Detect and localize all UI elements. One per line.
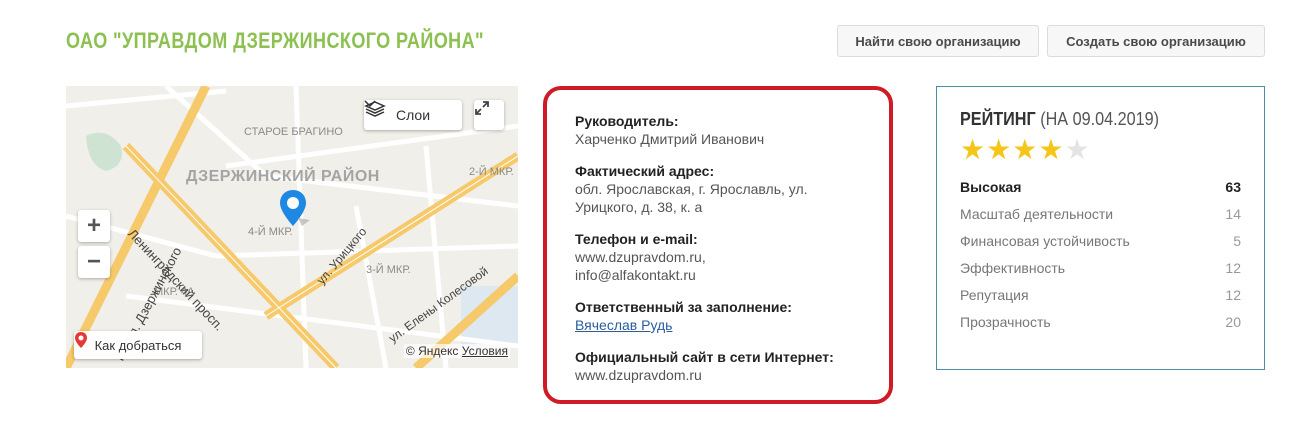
rating-row-value: 20	[1225, 314, 1241, 330]
address-label: Фактический адрес:	[575, 163, 715, 179]
map-expand-button[interactable]	[474, 100, 504, 130]
map-zoom-out-button[interactable]: −	[78, 246, 110, 278]
rating-row-label: Финансовая устойчивость	[960, 233, 1130, 249]
expand-icon	[475, 101, 489, 115]
map-copyright-text: © Яндекс	[405, 344, 459, 358]
star-filled-icon: ★	[986, 134, 1012, 165]
responsible-label: Ответственный за заполнение:	[575, 299, 792, 315]
map-layers-button[interactable]: Слои	[364, 100, 462, 130]
rating-panel: РЕЙТИНГ (НА 09.04.2019) ★ ★ ★ ★ ★ Высокая 63 М…	[936, 86, 1265, 370]
rating-stars: ★ ★ ★ ★ ★	[960, 136, 1241, 164]
chevron-down-icon	[364, 100, 376, 108]
address-line-2: Урицкого, д. 38, к. а	[575, 199, 703, 215]
star-empty-icon: ★	[1064, 134, 1090, 165]
rating-row: Репутация 12	[960, 282, 1241, 309]
star-filled-icon: ★	[1012, 134, 1038, 165]
map-terms-link[interactable]: Условия	[462, 344, 508, 358]
map-label-mkr3: 3-Й МКР.	[366, 264, 411, 276]
location-pin-icon[interactable]	[278, 188, 312, 232]
map-route-button[interactable]: Как добраться	[74, 331, 202, 359]
star-filled-icon: ★	[960, 134, 986, 165]
rating-row-value: 12	[1225, 287, 1241, 303]
head-value: Харченко Дмитрий Иванович	[575, 131, 765, 147]
rating-row-value: 63	[1225, 179, 1241, 195]
rating-row: Эффективность 12	[960, 255, 1241, 282]
map-zoom-in-button[interactable]: +	[78, 210, 110, 242]
route-pin-icon	[75, 332, 87, 348]
responsible-link[interactable]: Вячеслав Рудь	[575, 317, 672, 333]
rating-row-label: Высокая	[960, 179, 1022, 195]
rating-row-label: Эффективность	[960, 260, 1066, 276]
rating-row: Финансовая устойчивость 5	[960, 228, 1241, 255]
contacts-line-1: www.dzupravdom.ru,	[575, 249, 706, 265]
map-route-label: Как добраться	[94, 337, 182, 353]
website-label: Официальный сайт в сети Интернет:	[575, 349, 834, 365]
rating-rows: Высокая 63 Масштаб деятельности 14 Финансова…	[960, 174, 1241, 336]
create-organization-button[interactable]: Создать свою организацию	[1047, 25, 1265, 57]
rating-row-label: Репутация	[960, 287, 1029, 303]
find-organization-button[interactable]: Найти свою организацию	[837, 25, 1039, 57]
contacts-label: Телефон и e-mail:	[575, 231, 698, 247]
rating-row-value: 5	[1233, 233, 1241, 249]
rating-row: Масштаб деятельности 14	[960, 201, 1241, 228]
map-copyright: © Яндекс Условия	[403, 344, 510, 358]
organization-info-box: Руководитель: Харченко Дмитрий Иванович …	[543, 86, 893, 404]
rating-row: Высокая 63	[960, 174, 1241, 201]
map-layers-label: Слои	[395, 107, 431, 123]
rating-row: Прозрачность 20	[960, 309, 1241, 336]
rating-title-word: РЕЙТИНГ	[960, 109, 1036, 129]
map-label-staroe-bragino: СТАРОЕ БРАГИНО	[244, 126, 343, 138]
rating-date: (НА 09.04.2019)	[1040, 109, 1160, 129]
rating-row-label: Прозрачность	[960, 314, 1051, 330]
page-title: ОАО "УПРАВДОМ ДЗЕРЖИНСКОГО РАЙОНА"	[66, 28, 484, 53]
star-filled-icon: ★	[1038, 134, 1064, 165]
contacts-line-2: info@alfakontakt.ru	[575, 267, 696, 283]
website-value: www.dzupravdom.ru	[575, 367, 702, 383]
rating-row-label: Масштаб деятельности	[960, 206, 1114, 222]
rating-title: РЕЙТИНГ (НА 09.04.2019)	[960, 109, 1213, 130]
map-district-label: ДЗЕРЖИНСКИЙ РАЙОН	[186, 168, 380, 185]
address-line-1: обл. Ярославская, г. Ярославль, ул.	[575, 181, 808, 197]
map[interactable]: СТАРОЕ БРАГИНО ДЗЕРЖИНСКИЙ РАЙОН 2-Й МКР…	[66, 86, 518, 368]
rating-row-value: 12	[1225, 260, 1241, 276]
head-label: Руководитель:	[575, 113, 679, 129]
rating-row-value: 14	[1225, 206, 1241, 222]
map-label-mkr2: 2-Й МКР.	[469, 166, 514, 178]
